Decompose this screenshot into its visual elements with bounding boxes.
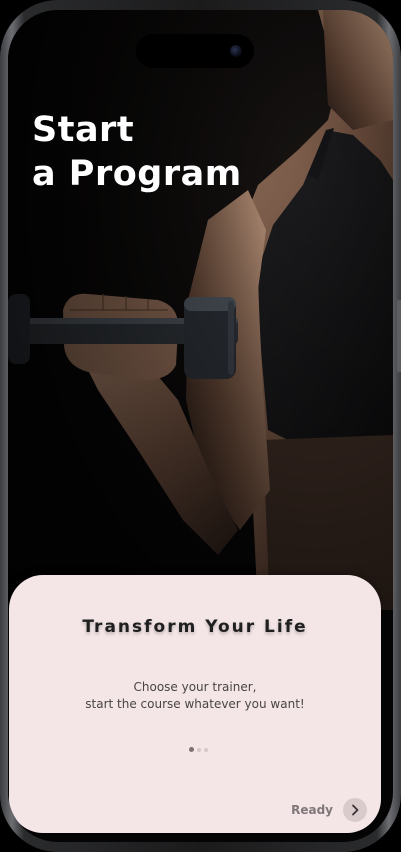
next-button[interactable] bbox=[343, 798, 367, 822]
card-subtitle-line-2: start the course whatever you want! bbox=[85, 697, 305, 711]
onboarding-card: Transform Your Life Choose your trainer,… bbox=[9, 575, 381, 833]
phone-frame: Start a Program Transform Your Life Choo… bbox=[0, 0, 401, 852]
card-subtitle: Choose your trainer, start the course wh… bbox=[9, 679, 381, 713]
page-title: Start a Program bbox=[32, 108, 242, 196]
front-camera bbox=[230, 45, 242, 57]
screen: Start a Program Transform Your Life Choo… bbox=[8, 10, 393, 842]
dynamic-island bbox=[136, 34, 254, 68]
card-subtitle-line-1: Choose your trainer, bbox=[133, 680, 257, 694]
page-dot-active[interactable] bbox=[189, 747, 194, 752]
page-dot[interactable] bbox=[204, 747, 208, 752]
page-indicator bbox=[189, 747, 208, 752]
chevron-right-icon bbox=[352, 804, 359, 816]
hero-image bbox=[8, 10, 393, 610]
card-title: Transform Your Life bbox=[82, 617, 308, 637]
ready-label[interactable]: Ready bbox=[291, 803, 333, 817]
page-dot[interactable] bbox=[197, 747, 201, 752]
side-button bbox=[397, 300, 401, 372]
ready-control[interactable]: Ready bbox=[291, 798, 367, 822]
page-title-line-2: a Program bbox=[32, 154, 242, 194]
page-title-line-1: Start bbox=[32, 110, 135, 150]
athlete-illustration bbox=[8, 10, 393, 610]
